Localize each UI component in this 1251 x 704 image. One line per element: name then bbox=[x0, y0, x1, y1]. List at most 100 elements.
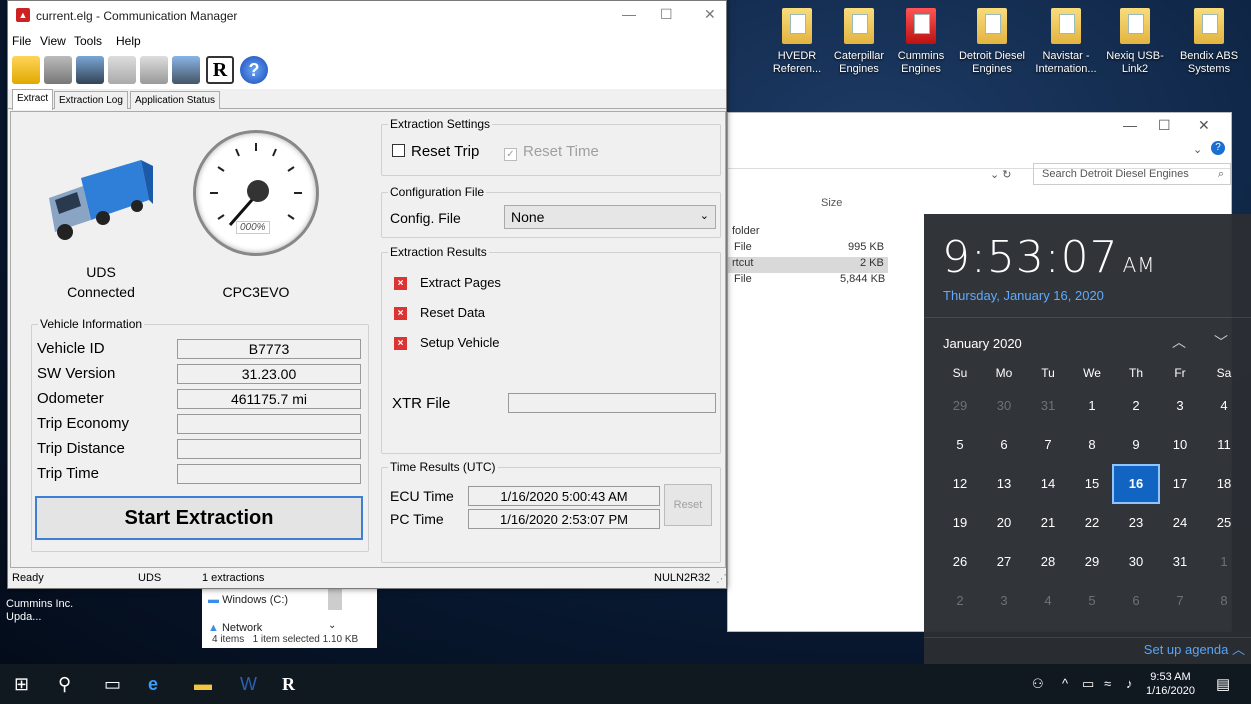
desktop-icon-detroit[interactable]: Detroit Diesel Engines bbox=[956, 8, 1028, 98]
calendar-day[interactable]: 3 bbox=[1158, 388, 1202, 424]
calendar-day[interactable]: 14 bbox=[1026, 466, 1070, 502]
chevron-up-icon[interactable]: ︿ bbox=[1172, 332, 1186, 352]
volume-icon[interactable]: ♪ bbox=[1126, 676, 1133, 691]
tab-extraction-log[interactable]: Extraction Log bbox=[54, 91, 128, 109]
scrollbar-thumb[interactable] bbox=[328, 586, 342, 610]
report-app-icon[interactable]: R bbox=[282, 674, 295, 695]
calendar-date-link[interactable]: Thursday, January 16, 2020 bbox=[943, 288, 1104, 303]
reset-trip-checkbox[interactable]: Reset Trip bbox=[392, 143, 479, 160]
word-icon[interactable]: W bbox=[240, 674, 257, 695]
desktop-icon-nexiq[interactable]: Nexiq USB-Link2 bbox=[1104, 8, 1166, 98]
report-icon[interactable]: R bbox=[206, 56, 234, 84]
calendar-day[interactable]: 4 bbox=[1202, 388, 1246, 424]
nav-item-network[interactable]: ▲ Network bbox=[208, 622, 262, 634]
calendar-day[interactable]: 9 bbox=[1114, 427, 1158, 463]
calendar-day[interactable]: 11 bbox=[1202, 427, 1246, 463]
calendar-day[interactable]: 15 bbox=[1070, 466, 1114, 502]
calendar-day[interactable]: 4 bbox=[1026, 583, 1070, 619]
calendar-day[interactable]: 30 bbox=[1114, 544, 1158, 580]
config-file-select[interactable]: None ⌄ bbox=[504, 205, 716, 229]
list-item[interactable]: rtcut 2 KB bbox=[728, 257, 888, 273]
column-header-size[interactable]: Size bbox=[821, 197, 842, 209]
calendar-day-today[interactable]: 16 bbox=[1112, 464, 1160, 504]
close-icon[interactable]: ✕ bbox=[1198, 117, 1210, 134]
chevron-down-icon[interactable]: ⌄ bbox=[1193, 143, 1202, 156]
search-icon[interactable]: ⚲ bbox=[58, 674, 71, 695]
calendar-day[interactable]: 8 bbox=[1070, 427, 1114, 463]
open-folder-icon[interactable] bbox=[12, 56, 40, 84]
minimize-icon[interactable]: — bbox=[1123, 117, 1137, 133]
calendar-day[interactable]: 24 bbox=[1158, 505, 1202, 541]
document-icon[interactable] bbox=[108, 56, 136, 84]
calendar-day[interactable]: 3 bbox=[982, 583, 1026, 619]
minimize-icon[interactable]: — bbox=[622, 6, 636, 22]
calendar-day[interactable]: 29 bbox=[938, 388, 982, 424]
calendar-day[interactable]: 7 bbox=[1026, 427, 1070, 463]
calendar-day[interactable]: 23 bbox=[1114, 505, 1158, 541]
settings-icon[interactable] bbox=[172, 56, 200, 84]
calendar-day[interactable]: 2 bbox=[938, 583, 982, 619]
desktop-icon-cummins[interactable]: Cummins Engines bbox=[890, 8, 952, 98]
chevron-down-icon[interactable]: ﹀ bbox=[1214, 332, 1228, 352]
calendar-day[interactable]: 8 bbox=[1202, 583, 1246, 619]
help-icon[interactable]: ? bbox=[1211, 141, 1225, 155]
connect-icon[interactable] bbox=[76, 56, 104, 84]
nav-item-windows[interactable]: ▬ Windows (C:) bbox=[208, 594, 288, 606]
resize-grip-icon[interactable]: ⋰ bbox=[716, 572, 727, 585]
task-view-icon[interactable]: ▭ bbox=[104, 674, 121, 695]
close-icon[interactable]: ✕ bbox=[704, 6, 716, 23]
menu-tools[interactable]: Tools bbox=[74, 34, 102, 48]
battery-icon[interactable]: ▭ bbox=[1082, 676, 1094, 692]
calendar-day[interactable]: 29 bbox=[1070, 544, 1114, 580]
calendar-day[interactable]: 12 bbox=[938, 466, 982, 502]
list-item[interactable]: folder bbox=[728, 225, 888, 241]
print-icon[interactable] bbox=[44, 56, 72, 84]
desktop-icon-hvedr[interactable]: HVEDR Referen... bbox=[766, 8, 828, 98]
calendar-day[interactable]: 5 bbox=[938, 427, 982, 463]
list-item[interactable]: File 5,844 KB bbox=[728, 273, 888, 289]
calendar-day[interactable]: 17 bbox=[1158, 466, 1202, 502]
calendar-day[interactable]: 7 bbox=[1158, 583, 1202, 619]
list-item[interactable]: File 995 KB bbox=[728, 241, 888, 257]
tab-application-status[interactable]: Application Status bbox=[130, 91, 221, 109]
file-explorer-icon[interactable]: ▬ bbox=[194, 674, 212, 695]
reset-button[interactable]: Reset bbox=[664, 484, 712, 526]
calendar-day[interactable]: 2 bbox=[1114, 388, 1158, 424]
calendar-day[interactable]: 6 bbox=[982, 427, 1026, 463]
menu-view[interactable]: View bbox=[40, 34, 66, 48]
setup-agenda-link[interactable]: Set up agenda ︿ bbox=[1144, 639, 1245, 658]
calendar-day[interactable]: 13 bbox=[982, 466, 1026, 502]
calendar-day[interactable]: 27 bbox=[982, 544, 1026, 580]
calendar-day[interactable]: 1 bbox=[1070, 388, 1114, 424]
reset-time-checkbox[interactable]: ✓ Reset Time bbox=[504, 143, 599, 161]
desktop-icon-bendix[interactable]: Bendix ABS Systems bbox=[1176, 8, 1242, 98]
desktop-icon-cummins-update[interactable]: Cummins Inc. Upda... bbox=[6, 598, 76, 624]
windows-start-icon[interactable]: ⊞ bbox=[14, 674, 29, 695]
refresh-icon[interactable]: ⌄ ↻ bbox=[990, 168, 1012, 181]
chevron-up-icon[interactable]: ^ bbox=[1062, 676, 1068, 691]
desktop-icon-navistar[interactable]: Navistar - Internation... bbox=[1030, 8, 1102, 98]
maximize-icon[interactable]: ☐ bbox=[1158, 117, 1171, 134]
calendar-day[interactable]: 1 bbox=[1202, 544, 1246, 580]
calendar-day[interactable]: 31 bbox=[1026, 388, 1070, 424]
menu-file[interactable]: File bbox=[12, 34, 31, 48]
calendar-day[interactable]: 6 bbox=[1114, 583, 1158, 619]
calendar-day[interactable]: 26 bbox=[938, 544, 982, 580]
people-icon[interactable]: ⚇ bbox=[1032, 676, 1044, 692]
taskbar-clock[interactable]: 9:53 AM 1/16/2020 bbox=[1146, 670, 1195, 698]
notification-center-icon[interactable]: ▤ bbox=[1216, 675, 1230, 693]
calendar-day[interactable]: 21 bbox=[1026, 505, 1070, 541]
calendar-day[interactable]: 5 bbox=[1070, 583, 1114, 619]
desktop-icon-caterpillar[interactable]: Caterpillar Engines bbox=[828, 8, 890, 98]
help-icon[interactable]: ? bbox=[240, 56, 268, 84]
network-icon[interactable]: ≈ bbox=[1104, 676, 1111, 691]
tab-extract[interactable]: Extract bbox=[12, 89, 54, 110]
calendar-day[interactable]: 18 bbox=[1202, 466, 1246, 502]
search-input[interactable]: Search Detroit Diesel Engines ⌕ bbox=[1033, 163, 1231, 185]
calendar-day[interactable]: 25 bbox=[1202, 505, 1246, 541]
menu-help[interactable]: Help bbox=[116, 34, 141, 48]
maximize-icon[interactable]: ☐ bbox=[660, 6, 673, 23]
edge-browser-icon[interactable]: e bbox=[148, 674, 158, 695]
calendar-day[interactable]: 20 bbox=[982, 505, 1026, 541]
calendar-day[interactable]: 19 bbox=[938, 505, 982, 541]
